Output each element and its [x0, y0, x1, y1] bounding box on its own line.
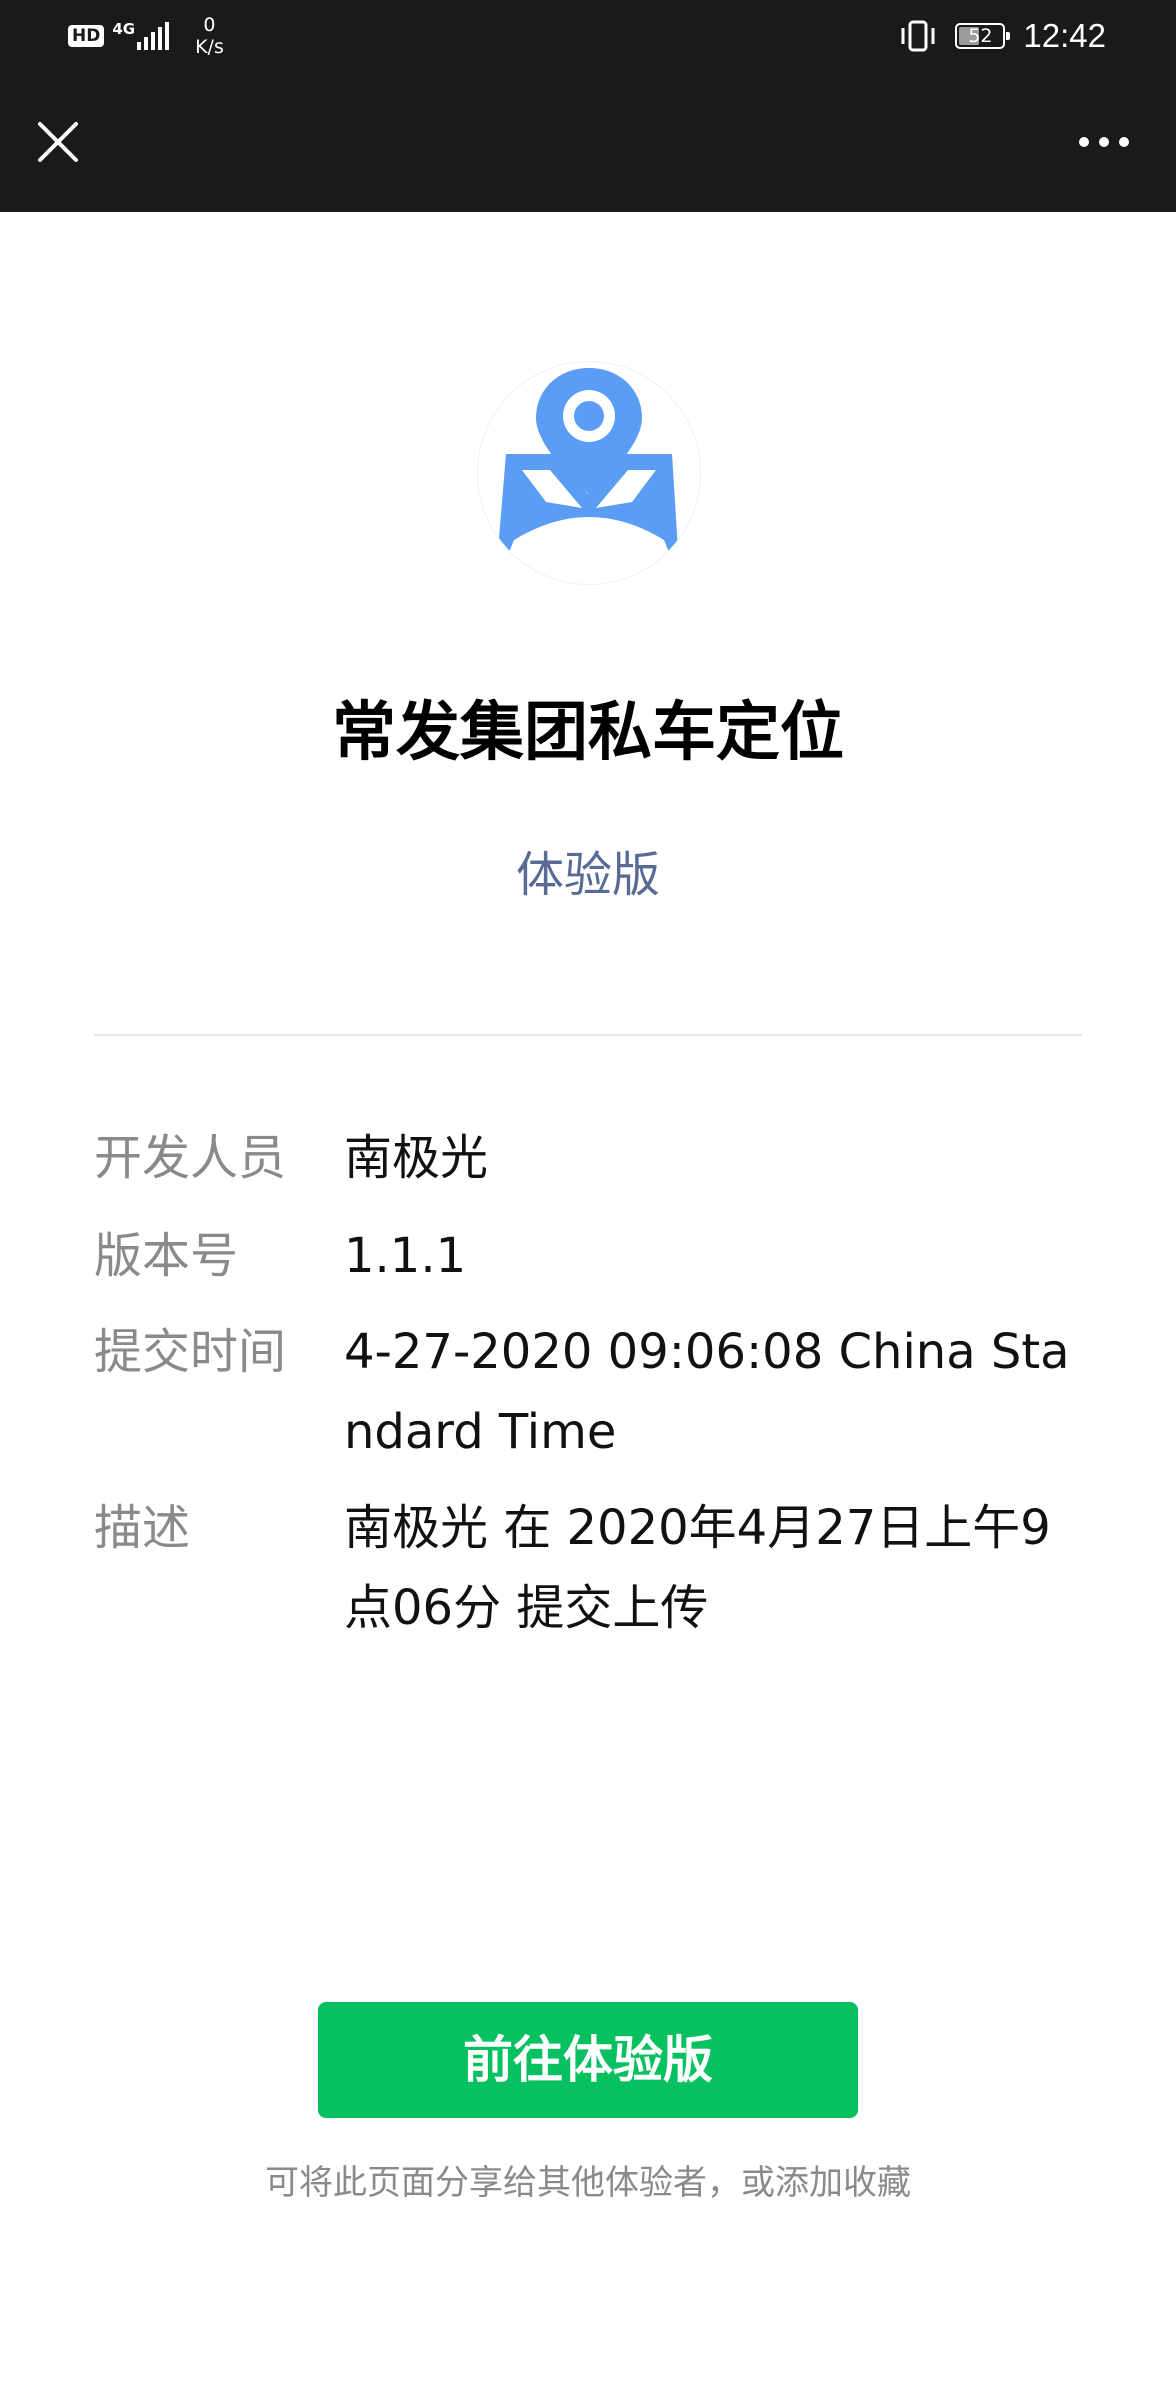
- app-name: 常发集团私车定位: [332, 696, 844, 770]
- status-right: 52 12:42: [899, 14, 1106, 58]
- more-icon[interactable]: [1072, 110, 1136, 174]
- version-type-label: 体验版: [515, 847, 660, 903]
- submit-time-label: 提交时间: [94, 1324, 287, 1380]
- signal-icon: [137, 22, 170, 50]
- submit-time-value: 4-27-2020 09:06:08 China Standard Time: [344, 1324, 1070, 1460]
- close-icon[interactable]: [26, 110, 90, 174]
- developer-value: 南极光: [344, 1130, 489, 1186]
- hd-badge: HD: [68, 25, 105, 47]
- share-hint: 可将此页面分享给其他体验者，或添加收藏: [265, 2163, 911, 2203]
- network-speed: 0 K/s: [195, 14, 224, 58]
- map-pin-icon: [498, 368, 678, 550]
- speed-value: 0: [203, 14, 216, 36]
- clock: 12:42: [1023, 17, 1106, 54]
- divider: [94, 1034, 1082, 1036]
- version-label: 版本号: [94, 1228, 239, 1284]
- speed-unit: K/s: [195, 36, 224, 58]
- status-left: HD 4G 0 K/s: [68, 14, 224, 58]
- open-trial-version-button[interactable]: 前往体验版: [318, 2002, 858, 2118]
- version-value: 1.1.1: [344, 1228, 467, 1284]
- description-value: 南极光 在 2020年4月27日上午9点06分 提交上传: [344, 1500, 1051, 1636]
- nav-bar: [0, 74, 1176, 212]
- developer-label: 开发人员: [94, 1130, 287, 1186]
- vibrate-icon: [901, 20, 935, 52]
- status-bar: HD 4G 0 K/s 52 12:42: [0, 0, 1176, 74]
- battery-percent: 52: [968, 25, 993, 47]
- battery-icon: 52: [955, 23, 1011, 49]
- app-logo: [478, 362, 700, 584]
- network-type: 4G: [112, 20, 136, 38]
- description-label: 描述: [94, 1500, 191, 1556]
